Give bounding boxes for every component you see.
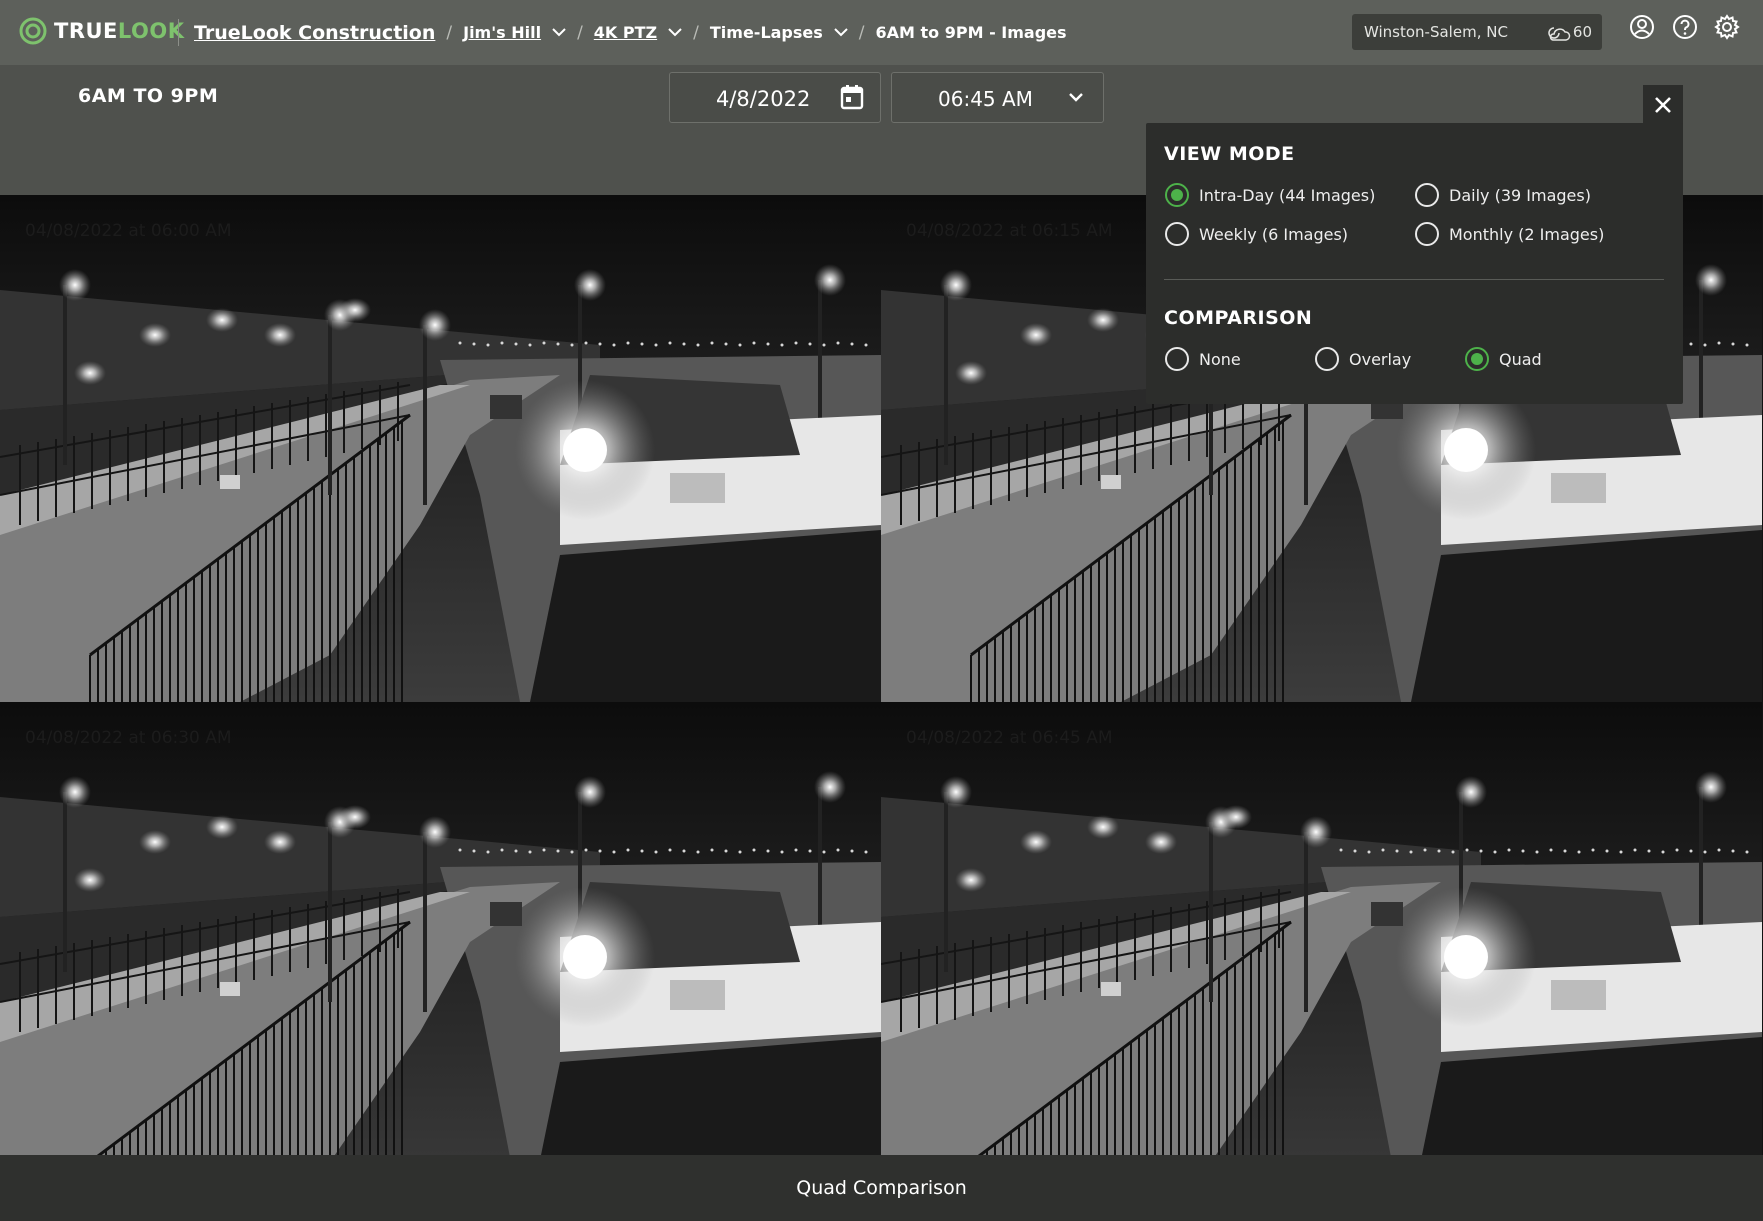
camera-frame-bottom-right[interactable]: 04/08/2022 at 06:45 AM — [881, 702, 1763, 1155]
breadcrumb-camera-link[interactable]: 4K PTZ — [594, 23, 682, 42]
radio-label: Monthly (2 Images) — [1449, 224, 1605, 244]
radio-label: Daily (39 Images) — [1449, 185, 1591, 205]
date-picker[interactable]: 4/8/2022 — [669, 72, 881, 123]
comparison-footer: Quad Comparison — [0, 1155, 1763, 1221]
comparison-heading: COMPARISON — [1164, 307, 1313, 329]
chevron-down-icon[interactable] — [834, 28, 848, 37]
radio-label: Overlay — [1349, 349, 1412, 369]
time-select[interactable]: 06:45 AM — [891, 72, 1104, 123]
weather-readout: 60 — [1545, 22, 1592, 42]
frame-timestamp: 04/08/2022 at 06:15 AM — [906, 221, 1113, 241]
view-mode-option-monthly[interactable]: Monthly (2 Images) — [1415, 222, 1604, 246]
frame-timestamp: 04/08/2022 at 06:45 AM — [906, 728, 1113, 748]
chevron-down-icon[interactable] — [552, 28, 566, 37]
comparison-mode-label: Quad Comparison — [796, 1177, 967, 1199]
close-panel-button[interactable] — [1643, 85, 1683, 125]
camera-frame-top-left[interactable]: 04/08/2022 at 06:00 AM — [0, 195, 881, 702]
camera-image — [881, 702, 1762, 1155]
frame-timestamp: 04/08/2022 at 06:30 AM — [25, 728, 232, 748]
calendar-icon[interactable] — [840, 84, 864, 110]
logo-divider — [178, 19, 179, 46]
radio-button[interactable] — [1415, 183, 1439, 207]
page-title: 6AM TO 9PM — [78, 85, 219, 107]
radio-label: Intra-Day (44 Images) — [1199, 185, 1376, 205]
view-mode-option-weekly[interactable]: Weekly (6 Images) — [1165, 222, 1348, 246]
top-nav-bar: TRUELOOK TrueLook Construction / Jim's H… — [0, 0, 1763, 65]
temperature: 60 — [1572, 23, 1592, 41]
location-weather-badge[interactable]: Winston-Salem, NC 60 — [1352, 14, 1602, 50]
radio-button[interactable] — [1465, 347, 1489, 371]
view-mode-panel: VIEW MODE Intra-Day (44 Images) Daily (3… — [1146, 123, 1683, 404]
radio-button[interactable] — [1165, 222, 1189, 246]
chevron-down-icon[interactable] — [1069, 93, 1083, 102]
breadcrumb-separator: / — [693, 22, 699, 43]
logo-wordmark: TRUELOOK — [54, 19, 185, 43]
breadcrumb: TrueLook Construction / Jim's Hill / 4K … — [194, 0, 1067, 65]
chevron-down-icon[interactable] — [668, 28, 682, 37]
view-mode-heading: VIEW MODE — [1164, 143, 1295, 165]
gear-icon[interactable] — [1714, 14, 1740, 40]
breadcrumb-separator: / — [446, 22, 453, 43]
camera-frame-bottom-left[interactable]: 04/08/2022 at 06:30 AM — [0, 702, 881, 1155]
panel-divider — [1164, 279, 1664, 280]
help-icon[interactable] — [1672, 14, 1698, 40]
radio-label: Weekly (6 Images) — [1199, 224, 1349, 244]
logo-mark-icon — [19, 17, 47, 45]
breadcrumb-project-link[interactable]: Jim's Hill — [463, 23, 566, 42]
breadcrumb-section-menu[interactable]: Time-Lapses — [710, 23, 848, 42]
camera-image — [0, 702, 881, 1155]
date-value: 4/8/2022 — [716, 87, 811, 111]
breadcrumb-separator: / — [577, 22, 583, 43]
radio-button[interactable] — [1165, 183, 1189, 207]
comparison-option-none[interactable]: None — [1165, 347, 1241, 371]
comparison-option-overlay[interactable]: Overlay — [1315, 347, 1411, 371]
location-name: Winston-Salem, NC — [1364, 23, 1508, 41]
time-value: 06:45 AM — [938, 87, 1033, 111]
radio-button[interactable] — [1415, 222, 1439, 246]
breadcrumb-home-link[interactable]: TrueLook Construction — [194, 22, 435, 44]
partly-cloudy-night-icon — [1548, 27, 1571, 41]
radio-label: Quad — [1499, 349, 1542, 369]
breadcrumb-current: 6AM to 9PM - Images — [875, 23, 1067, 42]
camera-image — [0, 195, 881, 702]
breadcrumb-separator: / — [858, 22, 865, 43]
view-mode-option-daily[interactable]: Daily (39 Images) — [1415, 183, 1591, 207]
account-icon[interactable] — [1629, 14, 1655, 40]
radio-button[interactable] — [1165, 347, 1189, 371]
frame-timestamp: 04/08/2022 at 06:00 AM — [25, 221, 232, 241]
comparison-option-quad[interactable]: Quad — [1465, 347, 1542, 371]
radio-label: None — [1199, 349, 1241, 369]
truelook-logo[interactable]: TRUELOOK — [18, 16, 185, 46]
radio-button[interactable] — [1315, 347, 1339, 371]
view-mode-option-intra-day[interactable]: Intra-Day (44 Images) — [1165, 183, 1375, 207]
close-icon[interactable] — [1654, 96, 1672, 114]
